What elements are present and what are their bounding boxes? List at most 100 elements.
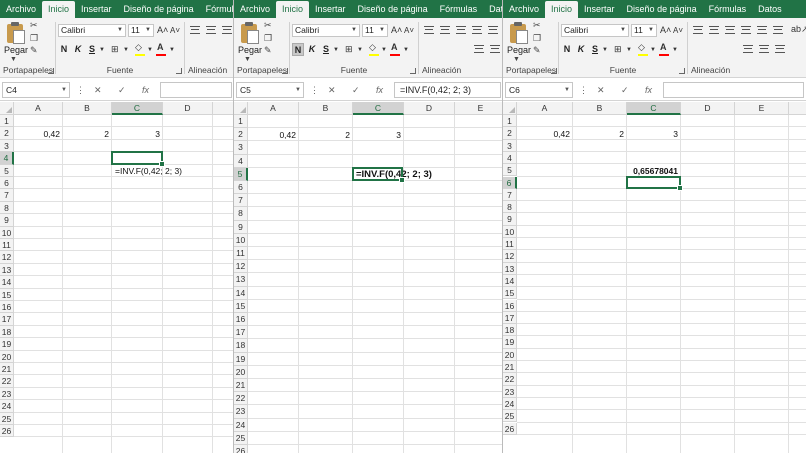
font-size-dropdown[interactable]: 11 ▼ (631, 24, 657, 37)
font-name-dropdown[interactable]: Calibri ▼ (561, 24, 629, 37)
select-all-button[interactable] (234, 102, 248, 115)
row-header-20[interactable]: 20 (0, 350, 14, 363)
row-header-22[interactable]: 22 (0, 375, 14, 388)
copy-icon[interactable]: ❐ (533, 33, 541, 44)
paste-button[interactable]: Pegar (4, 45, 28, 55)
font-size-dropdown[interactable]: 11 ▼ (128, 24, 154, 37)
row-header-24[interactable]: 24 (0, 400, 14, 413)
row-header-14[interactable]: 14 (503, 274, 517, 288)
font-color-dropdown-icon[interactable]: ▼ (169, 45, 175, 56)
ribbon-tab-2[interactable]: Insertar (75, 0, 118, 18)
row-header-18[interactable]: 18 (0, 325, 14, 339)
cell-a2[interactable]: 0,42 (248, 129, 296, 142)
row-header-3[interactable]: 3 (0, 139, 14, 153)
row-header-12[interactable]: 12 (503, 250, 517, 263)
column-header-d[interactable]: D (404, 102, 455, 115)
paste-button[interactable]: Pegar (238, 45, 262, 55)
cell-b2[interactable]: 2 (63, 128, 109, 140)
grow-font-icon[interactable]: A˄ (391, 25, 402, 36)
font-color-icon[interactable]: A (660, 42, 667, 53)
column-header-a[interactable]: A (14, 102, 63, 115)
row-header-17[interactable]: 17 (503, 311, 517, 325)
row-header-4[interactable]: 4 (234, 154, 248, 168)
row-header-7[interactable]: 7 (0, 189, 14, 202)
align-icon-0[interactable] (190, 26, 200, 34)
row-header-19[interactable]: 19 (234, 352, 248, 366)
font-name-dropdown[interactable]: Calibri ▼ (58, 24, 126, 37)
formula-input[interactable] (160, 82, 232, 98)
horizontal-align-icon-1[interactable] (488, 26, 498, 34)
column-header-e[interactable]: E (455, 102, 503, 115)
row-header-3[interactable]: 3 (503, 139, 517, 152)
row-header-26[interactable]: 26 (234, 445, 248, 453)
row-header-11[interactable]: 11 (234, 247, 248, 261)
column-header-b[interactable]: B (573, 102, 627, 115)
ribbon-tab-3[interactable]: Diseño de página (621, 0, 703, 18)
underline-dropdown-icon[interactable]: ▼ (333, 45, 339, 56)
row-header-16[interactable]: 16 (0, 301, 14, 314)
font-color-icon[interactable]: A (157, 42, 164, 53)
underline-button[interactable]: S (589, 43, 601, 56)
row-header-18[interactable]: 18 (234, 339, 248, 353)
fill-color-icon[interactable]: ◇ (638, 42, 645, 53)
horizontal-align-icon-0[interactable] (741, 26, 751, 34)
row-header-6[interactable]: 6 (234, 181, 248, 195)
row-header-3[interactable]: 3 (234, 141, 248, 155)
borders-icon[interactable]: ⊞ (345, 44, 353, 55)
align-icon-2[interactable] (222, 26, 232, 34)
fill-color-dropdown-icon[interactable]: ▼ (650, 45, 656, 56)
column-header-a[interactable]: A (517, 102, 573, 115)
row-header-26[interactable]: 26 (503, 422, 517, 435)
more-options-icon[interactable]: ⋮ (579, 83, 588, 97)
fill-color-dropdown-icon[interactable]: ▼ (147, 45, 153, 56)
cell-b2[interactable]: 2 (573, 128, 624, 140)
underline-button[interactable]: S (86, 43, 98, 56)
row-header-8[interactable]: 8 (0, 201, 14, 215)
cell-c5[interactable]: =INV.F(0,42; 2; 3) (115, 165, 182, 177)
ribbon-tab-0[interactable]: Archivo (0, 0, 42, 18)
cell-a2[interactable]: 0,42 (517, 128, 570, 140)
row-header-4[interactable]: 4 (503, 151, 517, 165)
ribbon-tab-4[interactable]: Fórmulas (200, 0, 234, 18)
row-header-2[interactable]: 2 (503, 127, 517, 140)
clipboard-launcher-icon[interactable] (282, 68, 288, 74)
cell-b2[interactable]: 2 (299, 129, 350, 142)
copy-icon[interactable]: ❐ (30, 33, 38, 44)
font-launcher-icon[interactable] (410, 68, 416, 74)
row-header-15[interactable]: 15 (234, 299, 248, 313)
row-header-7[interactable]: 7 (234, 194, 248, 208)
row-header-21[interactable]: 21 (0, 363, 14, 376)
enter-icon[interactable]: ✓ (352, 83, 360, 97)
shrink-font-icon[interactable]: A˅ (673, 25, 683, 36)
row-header-11[interactable]: 11 (0, 239, 14, 252)
shrink-font-icon[interactable]: A˅ (404, 25, 414, 36)
borders-icon[interactable]: ⊞ (614, 44, 622, 55)
ribbon-tab-3[interactable]: Diseño de página (118, 0, 200, 18)
align-icon-3[interactable] (743, 45, 753, 53)
row-header-9[interactable]: 9 (234, 220, 248, 234)
align-icon-0[interactable] (424, 26, 434, 34)
row-header-24[interactable]: 24 (234, 418, 248, 432)
more-options-icon[interactable]: ⋮ (310, 83, 319, 97)
ribbon-tab-3[interactable]: Diseño de página (352, 0, 434, 18)
column-header-e[interactable]: E (735, 102, 789, 115)
font-size-dropdown[interactable]: 11 ▼ (362, 24, 388, 37)
formula-input[interactable] (663, 82, 804, 98)
italic-button[interactable]: K (575, 43, 587, 56)
bold-button[interactable]: N (561, 43, 573, 56)
clipboard-launcher-icon[interactable] (551, 68, 557, 74)
row-header-1[interactable]: 1 (0, 115, 14, 128)
ribbon-tab-5[interactable]: Datos (752, 0, 788, 18)
row-header-14[interactable]: 14 (234, 286, 248, 300)
row-header-22[interactable]: 22 (503, 373, 517, 386)
align-icon-1[interactable] (440, 26, 450, 34)
ribbon-tab-1[interactable]: Inicio (42, 1, 76, 18)
horizontal-align-icon-0[interactable] (472, 26, 482, 34)
row-header-8[interactable]: 8 (503, 201, 517, 214)
fill-color-icon[interactable]: ◇ (369, 42, 376, 53)
format-painter-icon[interactable]: ✎ (533, 45, 541, 56)
row-header-16[interactable]: 16 (503, 299, 517, 312)
paste-icon[interactable] (239, 22, 259, 44)
ribbon-tab-0[interactable]: Archivo (503, 0, 545, 18)
row-header-22[interactable]: 22 (234, 392, 248, 406)
